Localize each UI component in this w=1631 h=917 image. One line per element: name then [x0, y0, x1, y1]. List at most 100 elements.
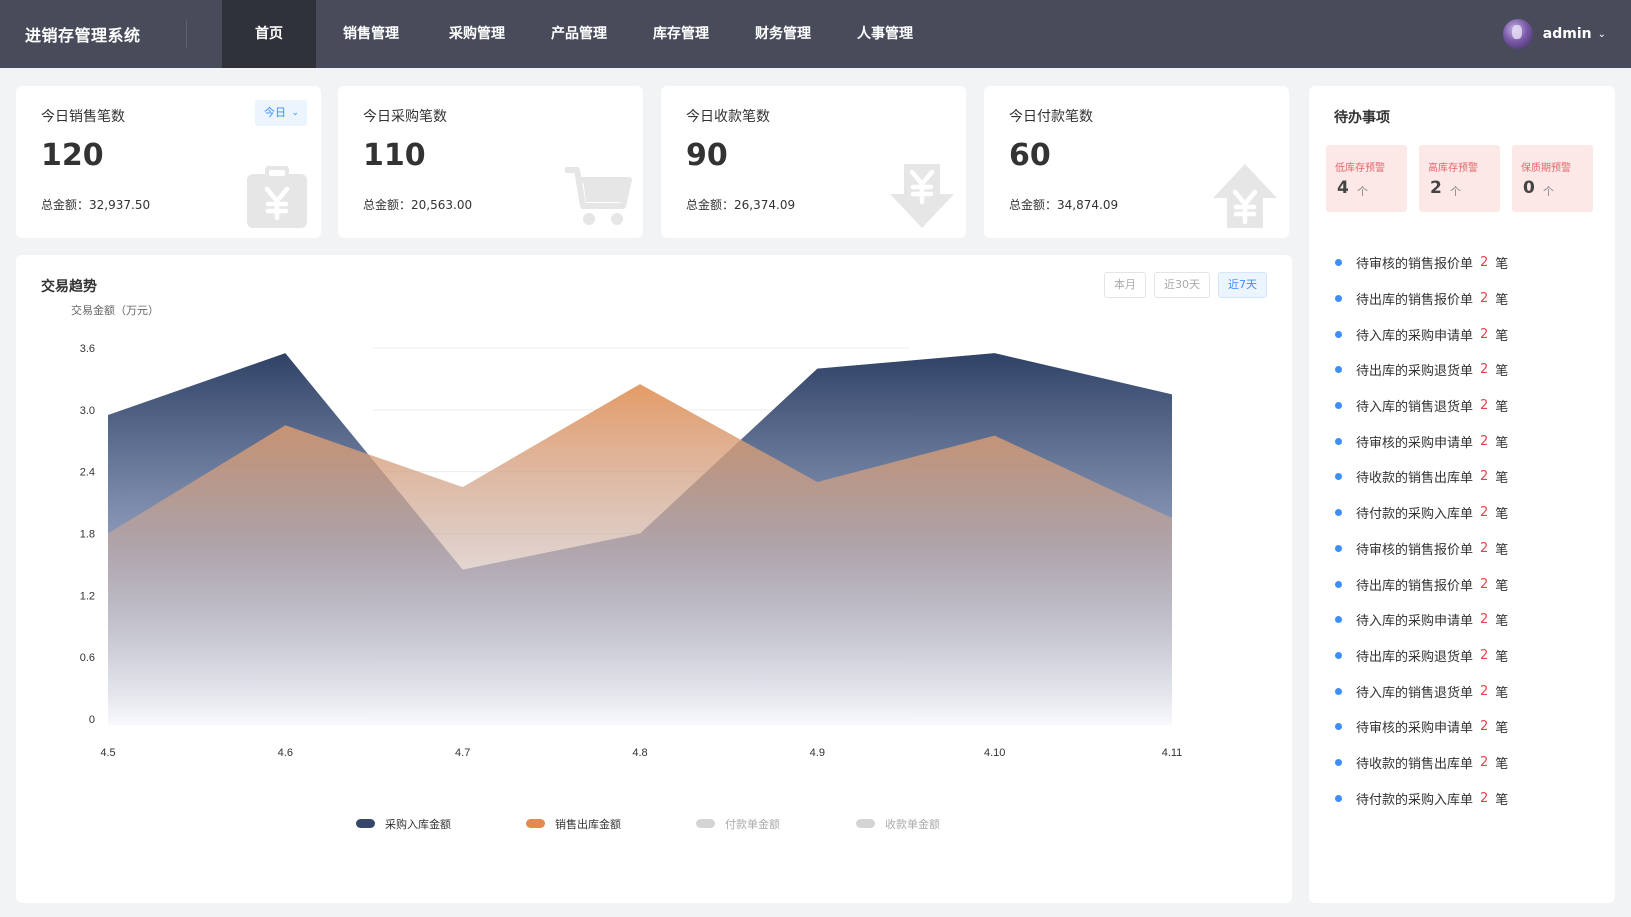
todo-item[interactable]: 待入库的采购申请单 2 笔 — [1335, 602, 1508, 638]
yen-up-arrow-icon — [1213, 164, 1277, 228]
legend-label[interactable]: 采购入库金额 — [385, 817, 451, 831]
nav-finance[interactable]: 财务管理 — [732, 0, 834, 68]
todo-item[interactable]: 待入库的销售退货单 2 笔 — [1335, 673, 1508, 709]
todo-text[interactable]: 待审核的销售报价单 — [1356, 253, 1473, 272]
x-tick-label: 4.8 — [632, 747, 647, 759]
todo-text[interactable]: 待出库的采购退货单 — [1356, 360, 1473, 379]
todo-count: 2 — [1480, 790, 1489, 806]
todo-text[interactable]: 待收款的销售出库单 — [1356, 467, 1473, 486]
stat-value: 90 — [686, 138, 728, 173]
chevron-down-icon[interactable]: ⌄ — [291, 100, 299, 126]
username[interactable]: admin — [1543, 26, 1592, 42]
bullet-dot-icon — [1335, 723, 1342, 731]
todo-text[interactable]: 待审核的采购申请单 — [1356, 432, 1473, 451]
todo-text[interactable]: 待审核的销售报价单 — [1356, 539, 1473, 558]
todo-text[interactable]: 待入库的采购申请单 — [1356, 325, 1473, 344]
today-filter-select[interactable]: 今日 ⌄ — [255, 100, 307, 126]
todo-text[interactable]: 待出库的销售报价单 — [1356, 575, 1473, 594]
trend-panel: 交易趋势 本月 近30天 近7天 交易金额（万元） 0 0.6 1.2 1.8 2.4 3.… — [16, 255, 1292, 903]
chevron-down-icon[interactable]: ⌄ — [1598, 29, 1606, 40]
low-stock-alert[interactable]: 低库存预警 4 个 — [1326, 145, 1407, 212]
legend-swatch-icon[interactable] — [526, 819, 545, 828]
stat-total: 总金额：20,563.00 — [363, 196, 472, 213]
todo-item[interactable]: 待审核的采购申请单 2 笔 — [1335, 709, 1508, 745]
alert-count: 0 — [1523, 178, 1535, 198]
nav-purchase[interactable]: 采购管理 — [426, 0, 528, 68]
todo-item[interactable]: 待付款的采购入库单 2 笔 — [1335, 495, 1508, 531]
todo-unit: 笔 — [1495, 328, 1509, 344]
todo-item[interactable]: 待付款的采购入库单 2 笔 — [1335, 780, 1508, 816]
todo-item[interactable]: 待审核的销售报价单 2 笔 — [1335, 531, 1508, 567]
legend-item[interactable]: 收款单金额 — [856, 817, 940, 831]
todo-unit: 笔 — [1495, 364, 1509, 380]
legend-item[interactable]: 采购入库金额 — [356, 817, 451, 831]
stat-card-purchase: 今日采购笔数 110 总金额：20,563.00 — [338, 86, 643, 238]
todo-item[interactable]: 待审核的采购申请单 2 笔 — [1335, 423, 1508, 459]
todo-count: 2 — [1480, 647, 1489, 663]
todo-count: 2 — [1480, 612, 1489, 628]
bullet-dot-icon — [1335, 437, 1342, 445]
todo-text[interactable]: 待付款的采购入库单 — [1356, 503, 1473, 522]
expiry-alert[interactable]: 保质期预警 0 个 — [1512, 145, 1593, 212]
todo-text[interactable]: 待收款的销售出库单 — [1356, 753, 1473, 772]
todo-unit: 笔 — [1495, 435, 1509, 451]
bullet-dot-icon — [1335, 580, 1342, 588]
todo-item[interactable]: 待出库的采购退货单 2 笔 — [1335, 352, 1508, 388]
cart-icon — [565, 167, 632, 225]
nav-product[interactable]: 产品管理 — [528, 0, 630, 68]
trend-chart: 交易金额（万元） 0 0.6 1.2 1.8 2.4 3.0 3.6 4.5 4.6 4.7 4.8 4… — [71, 303, 1182, 831]
todo-text[interactable]: 待付款的采购入库单 — [1356, 789, 1473, 808]
todo-text[interactable]: 待出库的销售报价单 — [1356, 289, 1473, 308]
alert-count: 4 — [1337, 178, 1349, 198]
todo-count: 2 — [1480, 754, 1489, 770]
todo-count: 2 — [1480, 255, 1489, 271]
bullet-dot-icon — [1335, 330, 1342, 338]
todo-text[interactable]: 待入库的采购申请单 — [1356, 610, 1473, 629]
legend-item[interactable]: 付款单金额 — [696, 817, 780, 831]
todo-unit: 笔 — [1495, 400, 1509, 416]
legend-label[interactable]: 收款单金额 — [885, 817, 940, 831]
y-tick-label: 0 — [89, 714, 95, 726]
brand-divider — [186, 20, 187, 48]
user-menu[interactable]: admin ⌄ — [1502, 17, 1606, 51]
alert-count: 2 — [1430, 178, 1442, 198]
todo-item[interactable]: 待出库的采购退货单 2 笔 — [1335, 638, 1508, 674]
stat-value: 120 — [41, 138, 104, 173]
todo-item[interactable]: 待出库的销售报价单 2 笔 — [1335, 566, 1508, 602]
legend-swatch-icon[interactable] — [856, 819, 875, 828]
todo-unit: 笔 — [1495, 649, 1509, 665]
todo-unit: 笔 — [1495, 721, 1509, 737]
todo-item[interactable]: 待入库的销售退货单 2 笔 — [1335, 388, 1508, 424]
legend-item[interactable]: 销售出库金额 — [526, 817, 621, 831]
stat-total: 总金额：34,874.09 — [1009, 196, 1118, 213]
legend-swatch-icon[interactable] — [696, 819, 715, 828]
todo-count: 2 — [1480, 683, 1489, 699]
todo-item[interactable]: 待出库的销售报价单 2 笔 — [1335, 281, 1508, 317]
nav-sales[interactable]: 销售管理 — [316, 0, 426, 68]
stat-total-value: 26,374.09 — [734, 198, 796, 212]
stat-total-label: 总金额： — [363, 198, 412, 212]
legend-swatch-icon[interactable] — [356, 819, 375, 828]
nav-home[interactable]: 首页 — [222, 0, 316, 68]
stat-title: 今日销售笔数 — [41, 109, 125, 125]
avatar[interactable] — [1502, 19, 1533, 49]
todo-text[interactable]: 待审核的采购申请单 — [1356, 717, 1473, 736]
todo-item[interactable]: 待收款的销售出库单 2 笔 — [1335, 459, 1508, 495]
todo-text[interactable]: 待入库的销售退货单 — [1356, 396, 1473, 415]
todo-count: 2 — [1480, 576, 1489, 592]
todo-count: 2 — [1480, 540, 1489, 556]
todo-item[interactable]: 待入库的采购申请单 2 笔 — [1335, 316, 1508, 352]
todo-text[interactable]: 待出库的采购退货单 — [1356, 646, 1473, 665]
today-filter-label[interactable]: 今日 — [264, 106, 286, 119]
legend-label[interactable]: 销售出库金额 — [555, 817, 621, 831]
clipboard-yen-icon — [247, 166, 307, 228]
bullet-dot-icon — [1335, 544, 1342, 552]
nav-inventory[interactable]: 库存管理 — [630, 0, 732, 68]
todo-unit: 笔 — [1495, 471, 1509, 487]
todo-item[interactable]: 待收款的销售出库单 2 笔 — [1335, 745, 1508, 781]
legend-label[interactable]: 付款单金额 — [725, 817, 780, 831]
high-stock-alert[interactable]: 高库存预警 2 个 — [1419, 145, 1500, 212]
todo-item[interactable]: 待审核的销售报价单 2 笔 — [1335, 245, 1508, 281]
todo-text[interactable]: 待入库的销售退货单 — [1356, 682, 1473, 701]
nav-hr[interactable]: 人事管理 — [834, 0, 936, 68]
